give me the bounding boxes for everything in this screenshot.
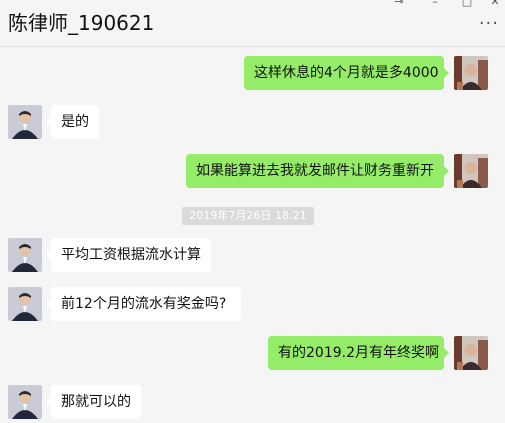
contact-avatar[interactable] bbox=[8, 385, 42, 419]
incoming-message-bubble[interactable]: 是的 bbox=[46, 105, 99, 139]
outgoing-message-bubble[interactable]: 有的2019.2月有年终奖啊 bbox=[268, 336, 449, 370]
outgoing-message-bubble[interactable]: 这样休息的4个月就是多4000 bbox=[244, 56, 449, 90]
self-avatar[interactable] bbox=[454, 336, 488, 370]
self-avatar[interactable] bbox=[454, 154, 488, 188]
minimize-button[interactable]: – bbox=[428, 0, 442, 8]
self-avatar[interactable] bbox=[454, 56, 488, 90]
outgoing-message-bubble[interactable]: 如果能算进去我就发邮件让财务重新开 bbox=[186, 154, 449, 188]
contact-avatar-icon bbox=[8, 238, 42, 272]
contact-avatar[interactable] bbox=[8, 287, 42, 321]
contact-avatar[interactable] bbox=[8, 105, 42, 139]
incoming-message-bubble[interactable]: 前12个月的流水有奖金吗? bbox=[46, 287, 241, 321]
chat-window: 陈律师_190621 ⊸ – □ ✕ ··· 这样休息的4个月就是多4000 是… bbox=[0, 0, 505, 423]
message-timestamp: 2019年7月26日 18:21 bbox=[182, 207, 314, 225]
title-bar: 陈律师_190621 ⊸ – □ ✕ ··· bbox=[0, 0, 505, 46]
contact-avatar-icon bbox=[8, 105, 42, 139]
more-options-button[interactable]: ··· bbox=[479, 15, 499, 33]
self-avatar-icon bbox=[454, 336, 488, 370]
pin-icon[interactable]: ⊸ bbox=[392, 0, 406, 8]
contact-avatar[interactable] bbox=[8, 238, 42, 272]
contact-avatar-icon bbox=[8, 385, 42, 419]
self-avatar-icon bbox=[454, 154, 488, 188]
incoming-message-bubble[interactable]: 那就可以的 bbox=[46, 385, 141, 419]
self-avatar-icon bbox=[454, 56, 488, 90]
chat-title: 陈律师_190621 bbox=[8, 11, 155, 35]
title-divider bbox=[0, 46, 505, 47]
maximize-button[interactable]: □ bbox=[460, 0, 474, 8]
contact-avatar-icon bbox=[8, 287, 42, 321]
close-button[interactable]: ✕ bbox=[488, 0, 502, 8]
incoming-message-bubble[interactable]: 平均工资根据流水计算 bbox=[46, 238, 211, 272]
